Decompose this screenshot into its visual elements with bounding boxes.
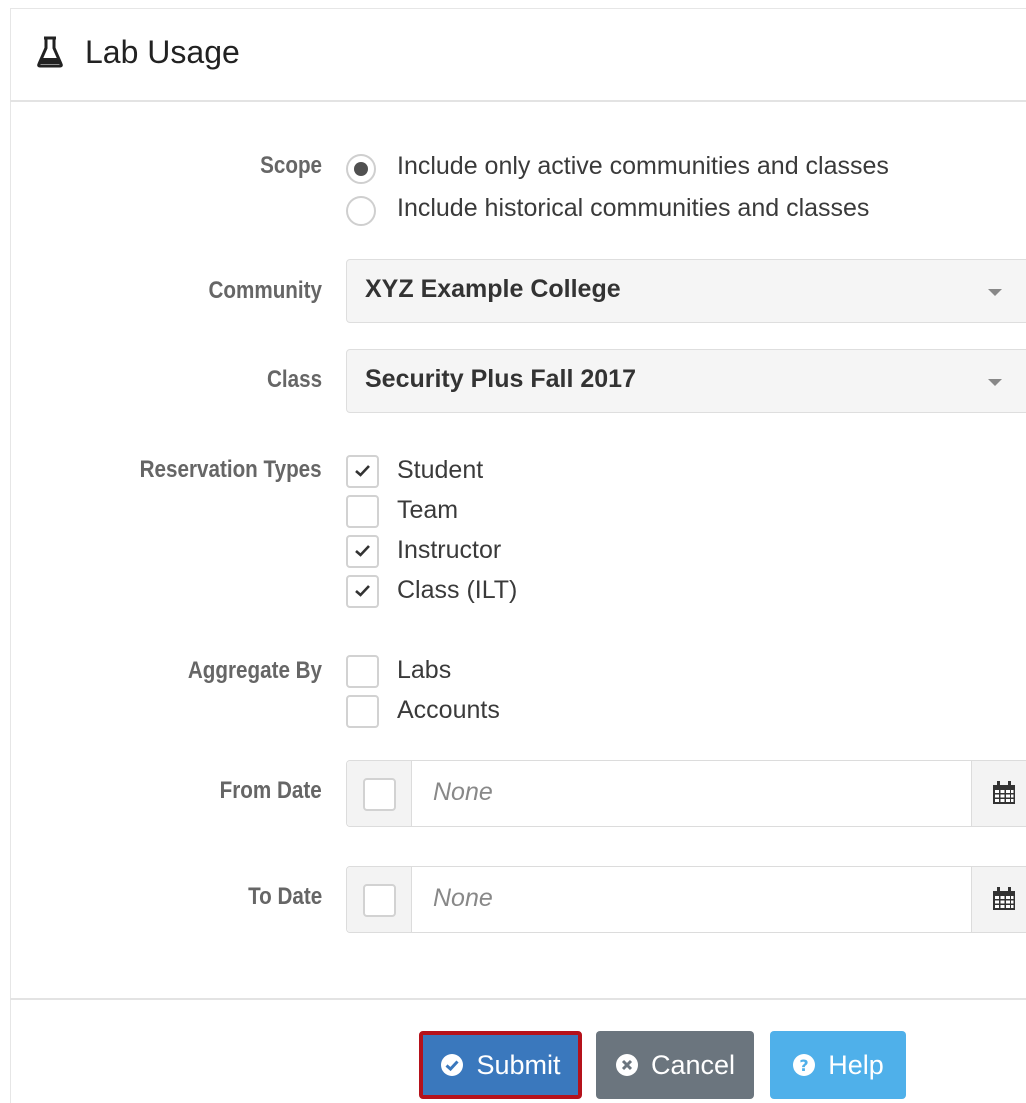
from-date-field: None xyxy=(346,760,1026,827)
reservation-types-label: Reservation Types xyxy=(139,456,322,483)
checkbox-labs[interactable] xyxy=(346,655,379,688)
page-title: Lab Usage xyxy=(85,34,240,70)
aggregate-by-label: Aggregate By xyxy=(187,657,322,684)
cancel-button-label: Cancel xyxy=(650,1049,736,1080)
checkbox-team[interactable] xyxy=(346,495,379,528)
to-date-field: None xyxy=(346,866,1026,933)
class-label: Class xyxy=(266,366,322,393)
to-date-input[interactable]: None xyxy=(433,884,493,913)
checkbox-student[interactable] xyxy=(346,455,379,488)
class-select[interactable]: Security Plus Fall 2017 xyxy=(346,349,1026,413)
reservation-type-instructor-label[interactable]: Instructor xyxy=(397,536,501,565)
chevron-down-icon xyxy=(988,379,1002,386)
checkbox-accounts[interactable] xyxy=(346,695,379,728)
calendar-icon xyxy=(993,781,1015,804)
submit-button[interactable]: Submit xyxy=(419,1031,582,1099)
scope-option-active-label[interactable]: Include only active communities and clas… xyxy=(397,152,889,181)
times-circle-icon xyxy=(615,1054,638,1076)
scope-label: Scope xyxy=(260,152,322,179)
reservation-type-class-ilt-label[interactable]: Class (ILT) xyxy=(397,576,517,605)
to-date-label: To Date xyxy=(247,883,322,910)
scope-radio-active[interactable] xyxy=(346,154,376,184)
reservation-type-team-label[interactable]: Team xyxy=(397,496,458,525)
chevron-down-icon xyxy=(988,289,1002,296)
check-icon xyxy=(355,465,370,477)
panel-header: Lab Usage xyxy=(10,8,1026,102)
scope-radio-historical[interactable] xyxy=(346,196,376,226)
from-date-toggle-addon xyxy=(347,761,412,826)
aggregate-accounts-label[interactable]: Accounts xyxy=(397,696,500,725)
help-button[interactable]: ? Help xyxy=(770,1031,906,1099)
community-label: Community xyxy=(208,277,322,304)
to-date-enable-checkbox[interactable] xyxy=(363,884,396,917)
checkbox-instructor[interactable] xyxy=(346,535,379,568)
to-date-toggle-addon xyxy=(347,867,412,932)
flask-icon xyxy=(37,36,63,68)
check-icon xyxy=(355,585,370,597)
question-circle-icon: ? xyxy=(793,1054,816,1076)
reservation-type-student-label[interactable]: Student xyxy=(397,456,483,485)
footer-divider xyxy=(10,998,1026,1000)
calendar-icon xyxy=(993,887,1015,910)
from-date-enable-checkbox[interactable] xyxy=(363,778,396,811)
class-select-value: Security Plus Fall 2017 xyxy=(365,365,636,393)
scope-option-historical-label[interactable]: Include historical communities and class… xyxy=(397,194,869,223)
to-date-calendar-button[interactable] xyxy=(971,867,1026,932)
check-circle-icon xyxy=(441,1054,464,1076)
help-button-label: Help xyxy=(828,1049,884,1080)
from-date-label: From Date xyxy=(219,777,322,804)
svg-text:?: ? xyxy=(800,1056,809,1075)
submit-button-label: Submit xyxy=(476,1049,561,1080)
checkbox-class-ilt[interactable] xyxy=(346,575,379,608)
cancel-button[interactable]: Cancel xyxy=(596,1031,754,1099)
check-icon xyxy=(355,545,370,557)
from-date-input[interactable]: None xyxy=(433,778,493,807)
aggregate-labs-label[interactable]: Labs xyxy=(397,656,451,685)
from-date-calendar-button[interactable] xyxy=(971,761,1026,826)
community-select[interactable]: XYZ Example College xyxy=(346,259,1026,323)
community-select-value: XYZ Example College xyxy=(365,275,621,303)
